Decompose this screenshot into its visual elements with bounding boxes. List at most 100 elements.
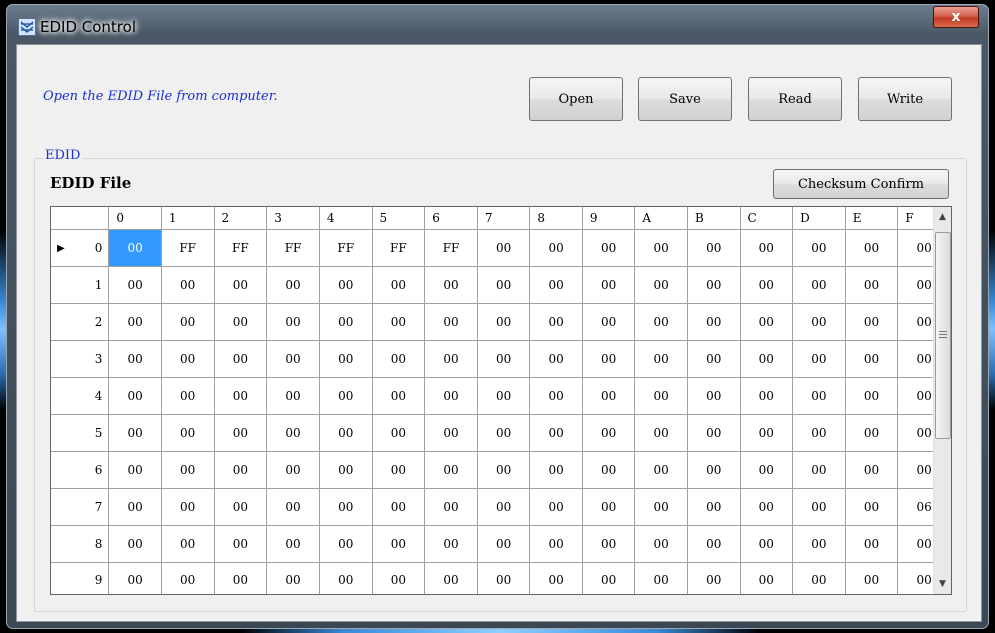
grid-cell[interactable]: 00 <box>529 488 583 526</box>
grid-cell[interactable]: 00 <box>739 562 794 594</box>
column-header[interactable]: 1 <box>160 207 215 230</box>
grid-cell[interactable]: 00 <box>108 525 162 563</box>
grid-cell[interactable]: 00 <box>213 266 268 304</box>
scroll-up-icon[interactable]: ▲ <box>934 207 951 227</box>
row-header[interactable]: 1 <box>51 266 110 304</box>
table-row[interactable]: 5 00 00 00 00 00 00 00 00 00 00 00 00 00 00 00 00 <box>51 414 951 452</box>
grid-cell[interactable]: FF <box>318 229 373 267</box>
table-row[interactable]: 3 00 00 00 00 00 00 00 00 00 00 00 00 00 00 00 00 <box>51 340 951 378</box>
grid-cell[interactable]: 00 <box>318 377 373 415</box>
grid-cell[interactable]: 00 <box>844 414 899 452</box>
grid-cell[interactable]: 00 <box>529 340 583 378</box>
grid-cell[interactable]: 00 <box>634 266 688 304</box>
grid-cell[interactable]: 00 <box>108 377 162 415</box>
grid-cell[interactable]: 00 <box>424 266 478 304</box>
column-header[interactable]: A <box>634 207 688 230</box>
column-header[interactable]: 7 <box>476 207 531 230</box>
grid-cell[interactable]: 00 <box>686 340 741 378</box>
grid-cell[interactable]: 00 <box>108 414 162 452</box>
column-header[interactable]: 2 <box>213 207 268 230</box>
grid-cell[interactable]: 00 <box>634 414 688 452</box>
grid-cell[interactable]: 00 <box>371 377 426 415</box>
grid-cell[interactable]: 00 <box>686 377 741 415</box>
grid-cell[interactable]: 00 <box>266 266 320 304</box>
grid-cell[interactable]: 00 <box>160 414 215 452</box>
grid-cell[interactable]: 00 <box>424 451 478 489</box>
grid-cell[interactable]: 00 <box>160 451 215 489</box>
column-header[interactable]: 3 <box>266 207 320 230</box>
grid-cell[interactable]: 00 <box>266 377 320 415</box>
grid-cell[interactable]: 00 <box>108 266 162 304</box>
grid-cell[interactable]: 00 <box>318 266 373 304</box>
row-header[interactable]: 4 <box>51 377 110 415</box>
row-header[interactable]: 3 <box>51 340 110 378</box>
row-header[interactable]: 7 <box>51 488 110 526</box>
grid-cell[interactable]: 00 <box>634 377 688 415</box>
grid-cell[interactable]: 00 <box>529 303 583 341</box>
row-header[interactable]: 6 <box>51 451 110 489</box>
grid-cell[interactable]: 00 <box>581 303 636 341</box>
grid-cell[interactable]: 00 <box>529 414 583 452</box>
grid-cell[interactable]: 00 <box>634 451 688 489</box>
grid-cell[interactable]: 00 <box>792 340 846 378</box>
table-row[interactable]: 7 00 00 00 00 00 00 00 00 00 00 00 00 00 00 00 06 <box>51 488 951 526</box>
grid-cell[interactable]: 00 <box>371 525 426 563</box>
column-header[interactable]: 4 <box>318 207 373 230</box>
grid-cell[interactable]: 00 <box>686 229 741 267</box>
write-button[interactable]: Write <box>858 77 952 121</box>
grid-cell[interactable]: 00 <box>213 303 268 341</box>
grid-cell[interactable]: 00 <box>792 451 846 489</box>
grid-cell[interactable]: 00 <box>371 266 426 304</box>
table-row[interactable]: 9 00 00 00 00 00 00 00 00 00 00 00 00 00 00 00 00 <box>51 562 951 594</box>
column-header[interactable]: C <box>739 207 794 230</box>
grid-cell[interactable]: 00 <box>739 525 794 563</box>
grid-cell[interactable]: 00 <box>634 340 688 378</box>
grid-cell[interactable]: 00 <box>844 488 899 526</box>
scroll-thumb[interactable] <box>935 232 951 439</box>
grid-cell[interactable]: 00 <box>634 488 688 526</box>
grid-cell[interactable]: 00 <box>844 562 899 594</box>
table-row[interactable]: 4 00 00 00 00 00 00 00 00 00 00 00 00 00 00 00 00 <box>51 377 951 415</box>
grid-cell[interactable]: 00 <box>213 451 268 489</box>
column-header[interactable]: 8 <box>529 207 583 230</box>
grid-cell[interactable]: 00 <box>792 229 846 267</box>
grid-cell[interactable]: 00 <box>581 451 636 489</box>
table-row[interactable]: 1 00 00 00 00 00 00 00 00 00 00 00 00 00 00 00 00 <box>51 266 951 304</box>
table-row[interactable]: ▶ 0 00 FF FF FF FF FF FF 00 00 00 00 00 00 00 00 00 <box>51 229 951 267</box>
grid-cell[interactable]: 00 <box>266 340 320 378</box>
grid-cell[interactable]: 00 <box>792 562 846 594</box>
grid-cell[interactable]: 00 <box>476 340 531 378</box>
grid-cell[interactable]: 00 <box>581 488 636 526</box>
grid-cell[interactable]: 00 <box>634 303 688 341</box>
grid-cell[interactable]: 00 <box>108 229 162 267</box>
grid-cell[interactable]: 00 <box>476 562 531 594</box>
grid-cell[interactable]: FF <box>371 229 426 267</box>
title-bar[interactable]: EDID Control x <box>6 4 989 46</box>
grid-cell[interactable]: 00 <box>160 525 215 563</box>
grid-cell[interactable]: 00 <box>371 451 426 489</box>
grid-cell[interactable]: 00 <box>424 377 478 415</box>
grid-cell[interactable]: 00 <box>686 414 741 452</box>
grid-cell[interactable]: 00 <box>266 451 320 489</box>
grid-cell[interactable]: 00 <box>792 303 846 341</box>
grid-cell[interactable]: 00 <box>160 562 215 594</box>
grid-cell[interactable]: 00 <box>686 525 741 563</box>
column-header[interactable]: 5 <box>371 207 426 230</box>
grid-cell[interactable]: 00 <box>318 562 373 594</box>
edid-data-grid[interactable]: 0123456789ABCDEF ▶ 0 00 FF FF FF FF FF FF 00 00 00 0… <box>50 206 952 595</box>
grid-cell[interactable]: 00 <box>844 303 899 341</box>
grid-cell[interactable]: 00 <box>371 340 426 378</box>
grid-cell[interactable]: 00 <box>476 229 531 267</box>
table-row[interactable]: 8 00 00 00 00 00 00 00 00 00 00 00 00 00 00 00 00 <box>51 525 951 563</box>
grid-cell[interactable]: 00 <box>634 525 688 563</box>
read-button[interactable]: Read <box>748 77 842 121</box>
grid-cell[interactable]: 00 <box>108 303 162 341</box>
grid-cell[interactable]: 00 <box>844 451 899 489</box>
checksum-confirm-button[interactable]: Checksum Confirm <box>773 169 949 199</box>
grid-cell[interactable]: 00 <box>476 525 531 563</box>
grid-cell[interactable]: 00 <box>424 340 478 378</box>
grid-cell[interactable]: 00 <box>529 451 583 489</box>
grid-cell[interactable]: 00 <box>476 451 531 489</box>
grid-cell[interactable]: 00 <box>318 451 373 489</box>
grid-cell[interactable]: 00 <box>108 451 162 489</box>
